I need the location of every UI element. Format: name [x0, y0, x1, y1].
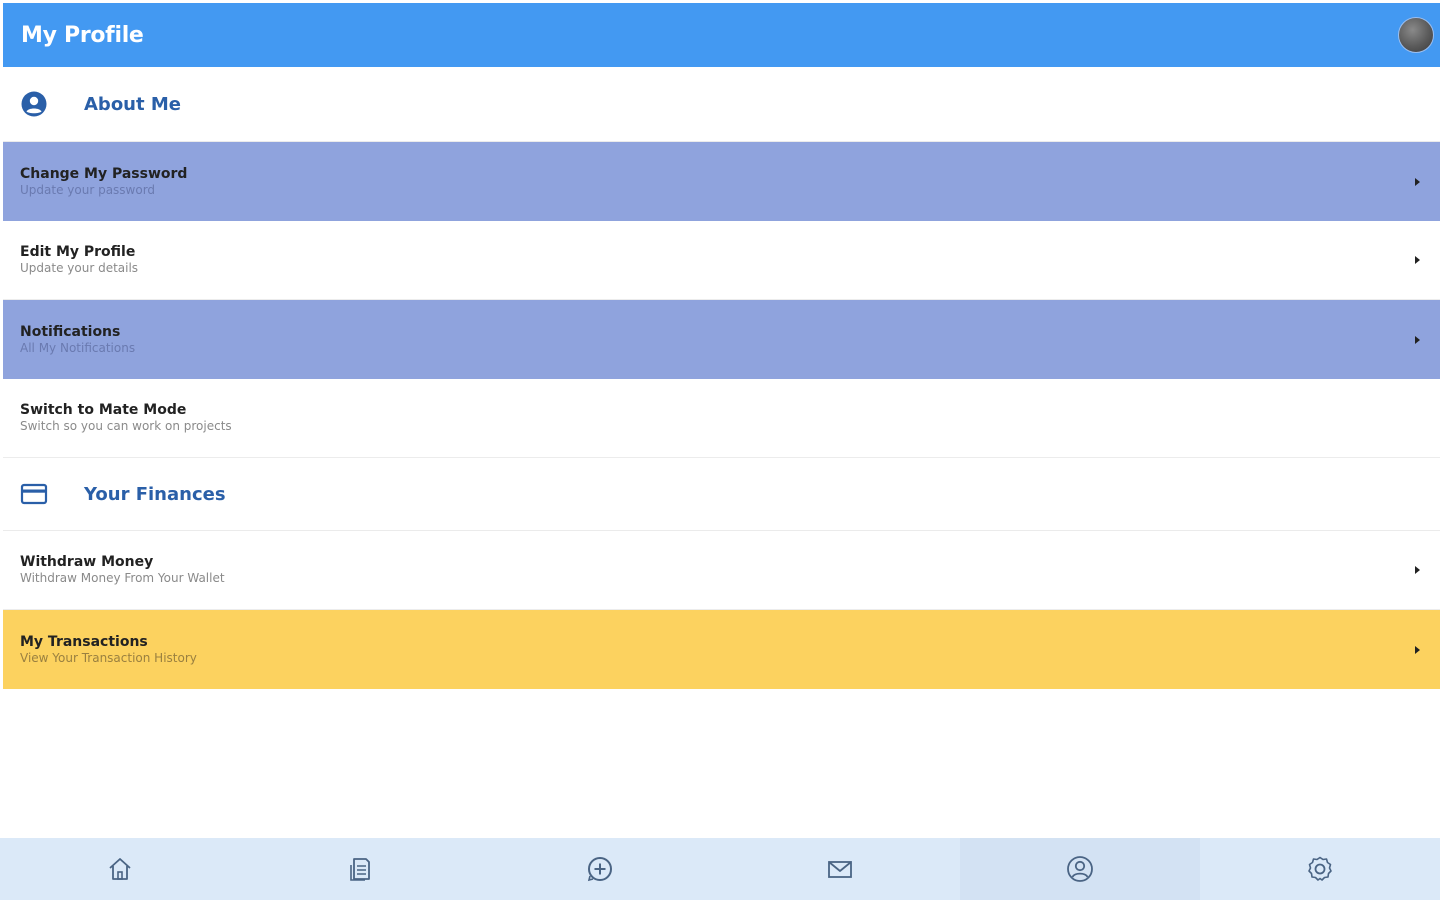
- section-title-about: About Me: [84, 93, 181, 115]
- chevron-right-icon: [1415, 177, 1420, 186]
- menu-item-subtitle: All My Notifications: [20, 340, 136, 355]
- menu-item-edit-profile[interactable]: Edit My Profile Update your details: [3, 221, 1440, 300]
- menu-item-withdraw-money[interactable]: Withdraw Money Withdraw Money From Your …: [3, 531, 1440, 610]
- menu-item-title: Withdraw Money: [20, 554, 154, 570]
- nav-documents[interactable]: [240, 838, 480, 900]
- menu-item-notifications[interactable]: Notifications All My Notifications: [3, 300, 1440, 379]
- section-header-about: About Me: [3, 67, 1440, 142]
- menu-item-subtitle: Withdraw Money From Your Wallet: [20, 571, 225, 585]
- avatar[interactable]: [1398, 17, 1434, 53]
- page-title: My Profile: [21, 22, 144, 48]
- section-header-finances: Your Finances: [3, 458, 1440, 531]
- section-title-finances: Your Finances: [84, 483, 226, 505]
- menu-item-title: My Transactions: [20, 633, 148, 650]
- menu-item-title: Switch to Mate Mode: [20, 402, 187, 418]
- chevron-right-icon: [1415, 335, 1420, 344]
- bottom-nav: [0, 838, 1440, 900]
- menu-item-subtitle: Update your password: [20, 182, 156, 197]
- menu-item-switch-mate-mode[interactable]: Switch to Mate Mode Switch so you can wo…: [3, 379, 1440, 458]
- menu-item-title: Change My Password: [20, 165, 188, 182]
- nav-profile[interactable]: [960, 838, 1200, 900]
- settings-icon: [1308, 856, 1332, 881]
- menu-item-my-transactions[interactable]: My Transactions View Your Transaction Hi…: [3, 610, 1440, 689]
- nav-home[interactable]: [0, 838, 240, 900]
- add-circle-icon: [587, 857, 612, 882]
- chevron-right-icon: [1415, 256, 1420, 264]
- nav-add[interactable]: [480, 838, 720, 900]
- profile-icon: [1067, 856, 1093, 882]
- chevron-right-icon: [1415, 645, 1420, 654]
- credit-card-icon: [20, 480, 48, 508]
- menu-item-subtitle: Update your details: [20, 261, 139, 275]
- document-icon: [350, 858, 370, 881]
- nav-messages[interactable]: [720, 838, 960, 900]
- menu-item-subtitle: Switch so you can work on projects: [20, 419, 232, 433]
- profile-menu: About Me Change My Password Update your …: [3, 67, 1440, 689]
- home-icon: [109, 858, 131, 880]
- menu-item-title: Notifications: [20, 323, 121, 340]
- menu-item-change-password[interactable]: Change My Password Update your password: [3, 142, 1440, 221]
- nav-settings[interactable]: [1200, 838, 1440, 900]
- mail-icon: [828, 861, 852, 878]
- chevron-right-icon: [1415, 566, 1420, 574]
- app-header: My Profile: [3, 3, 1440, 67]
- menu-item-title: Edit My Profile: [20, 244, 136, 260]
- user-circle-icon: [20, 90, 48, 118]
- menu-item-subtitle: View Your Transaction History: [20, 650, 197, 665]
